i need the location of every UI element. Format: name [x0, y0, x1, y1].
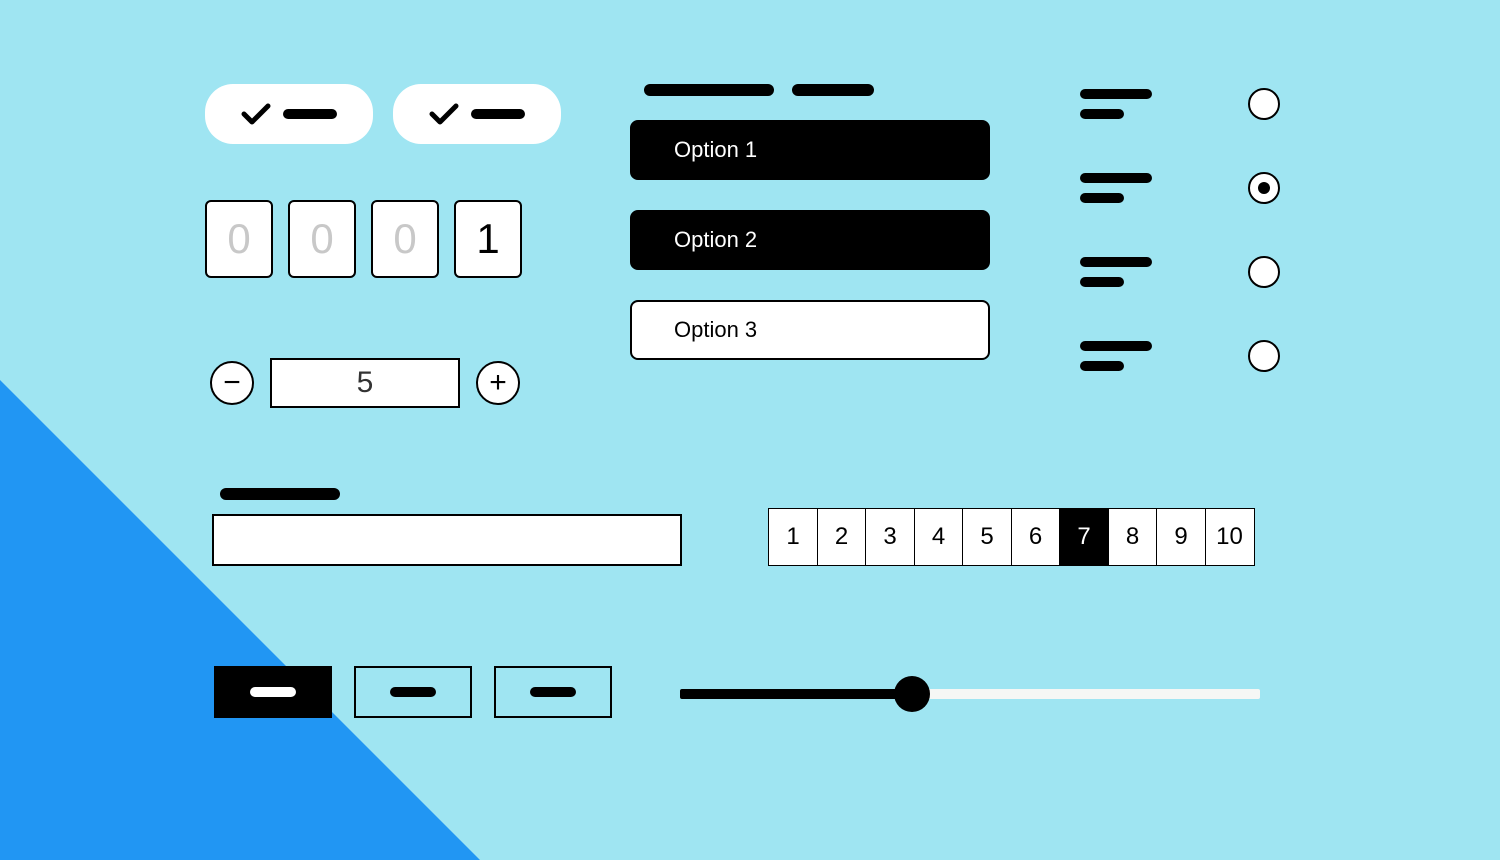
option-2[interactable]: Option 2 — [630, 210, 990, 270]
radio-group — [1080, 88, 1280, 372]
chip-1[interactable] — [205, 84, 373, 144]
plus-icon: + — [489, 368, 507, 398]
ui-kit-canvas: 0 0 0 1 − 5 + Option 1 Option 2 Option 3 — [0, 0, 1500, 860]
pagination: 1 2 3 4 5 6 7 8 9 10 — [768, 508, 1255, 566]
minus-icon: − — [223, 368, 241, 398]
text-field — [212, 488, 682, 566]
radio-button[interactable] — [1248, 256, 1280, 288]
slider[interactable] — [680, 676, 1260, 712]
text-input[interactable] — [212, 514, 682, 566]
page-8[interactable]: 8 — [1108, 508, 1158, 566]
heading-placeholder-2 — [792, 84, 874, 96]
page-7[interactable]: 7 — [1059, 508, 1109, 566]
button-row — [214, 666, 612, 718]
increment-button[interactable]: + — [476, 361, 520, 405]
option-list: Option 1 Option 2 Option 3 — [630, 84, 990, 390]
page-6[interactable]: 6 — [1011, 508, 1061, 566]
chip-2[interactable] — [393, 84, 561, 144]
decrement-button[interactable]: − — [210, 361, 254, 405]
radio-button[interactable] — [1248, 340, 1280, 372]
button-label-placeholder — [530, 687, 576, 697]
slider-fill — [680, 689, 912, 699]
pin-input[interactable]: 0 0 0 1 — [205, 200, 522, 278]
heading-placeholder-1 — [644, 84, 774, 96]
text-field-label-placeholder — [220, 488, 340, 500]
slider-thumb[interactable] — [894, 676, 930, 712]
page-9[interactable]: 9 — [1156, 508, 1206, 566]
radio-label-placeholder — [1080, 341, 1152, 371]
chip-label-placeholder — [471, 109, 525, 119]
button-secondary-1[interactable] — [354, 666, 472, 718]
radio-button[interactable] — [1248, 88, 1280, 120]
pin-digit-4[interactable]: 1 — [454, 200, 522, 278]
radio-selected-dot — [1258, 182, 1270, 194]
number-stepper: − 5 + — [210, 358, 520, 408]
option-list-heading — [644, 84, 990, 96]
button-label-placeholder — [390, 687, 436, 697]
pin-digit-3[interactable]: 0 — [371, 200, 439, 278]
radio-label-placeholder — [1080, 257, 1152, 287]
stepper-value[interactable]: 5 — [270, 358, 460, 408]
radio-label-placeholder — [1080, 173, 1152, 203]
page-5[interactable]: 5 — [962, 508, 1012, 566]
page-3[interactable]: 3 — [865, 508, 915, 566]
option-1[interactable]: Option 1 — [630, 120, 990, 180]
radio-item-4[interactable] — [1080, 340, 1280, 372]
radio-item-3[interactable] — [1080, 256, 1280, 288]
radio-button[interactable] — [1248, 172, 1280, 204]
page-10[interactable]: 10 — [1205, 508, 1255, 566]
page-1[interactable]: 1 — [768, 508, 818, 566]
chip-row — [205, 84, 561, 144]
check-icon — [429, 102, 459, 126]
pin-digit-1[interactable]: 0 — [205, 200, 273, 278]
chip-label-placeholder — [283, 109, 337, 119]
button-secondary-2[interactable] — [494, 666, 612, 718]
page-2[interactable]: 2 — [817, 508, 867, 566]
radio-label-placeholder — [1080, 89, 1152, 119]
slider-track — [680, 689, 1260, 699]
radio-item-2[interactable] — [1080, 172, 1280, 204]
option-3[interactable]: Option 3 — [630, 300, 990, 360]
page-4[interactable]: 4 — [914, 508, 964, 566]
button-label-placeholder — [250, 687, 296, 697]
check-icon — [241, 102, 271, 126]
pin-digit-2[interactable]: 0 — [288, 200, 356, 278]
button-primary[interactable] — [214, 666, 332, 718]
radio-item-1[interactable] — [1080, 88, 1280, 120]
